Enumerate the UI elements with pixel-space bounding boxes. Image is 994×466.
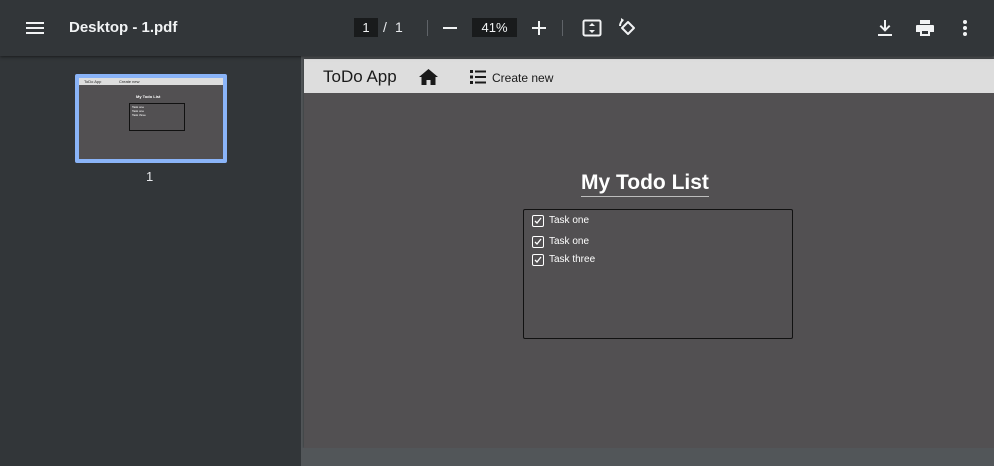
page-total: 1	[395, 19, 403, 35]
todo-list: Task one Task one Task three	[523, 209, 793, 339]
todo-label: Task one	[549, 215, 590, 226]
document-title: Desktop - 1.pdf	[69, 19, 178, 36]
thumbnail-todo-box: Task one Task one Task three	[129, 103, 185, 131]
horizontal-scroll-area[interactable]	[301, 448, 994, 466]
checkbox[interactable]	[532, 236, 544, 248]
thumbnail-brand: ToDo App	[84, 79, 102, 84]
pdf-toolbar: Desktop - 1.pdf 1 / 1 41%	[0, 0, 994, 56]
app-brand[interactable]: ToDo App	[323, 67, 397, 87]
page-separator: /	[383, 19, 387, 35]
hamburger-menu-icon[interactable]	[23, 16, 47, 40]
document-viewer[interactable]: ToDo App Create new My Todo List Task on…	[301, 56, 994, 466]
checkbox[interactable]	[532, 215, 544, 227]
thumbnail-heading: My Todo List	[136, 94, 161, 99]
app-navbar: ToDo App Create new	[304, 59, 994, 93]
toolbar-divider	[427, 20, 428, 36]
checkbox[interactable]	[532, 254, 544, 266]
plus-icon[interactable]	[527, 16, 551, 40]
thumbnail-nav: ToDo App Create new	[79, 78, 223, 85]
zoom-level-input[interactable]: 41%	[472, 18, 517, 37]
page-number-input[interactable]: 1	[354, 18, 378, 37]
page-heading: My Todo List	[581, 171, 709, 197]
download-icon[interactable]	[873, 16, 897, 40]
todo-label: Task three	[549, 254, 596, 265]
pdf-page: ToDo App Create new My Todo List Task on…	[304, 59, 994, 448]
thumbnail-sidebar: ToDo App Create new My Todo List Task on…	[0, 56, 301, 466]
thumbnail-preview: ToDo App Create new My Todo List Task on…	[79, 78, 223, 159]
fit-to-page-icon[interactable]	[580, 16, 604, 40]
todo-label: Task one	[549, 236, 590, 247]
create-new-link[interactable]: Create new	[492, 71, 553, 85]
more-vert-icon[interactable]	[953, 16, 977, 40]
thumbnail-item: Task three	[132, 113, 146, 117]
thumbnail-create: Create new	[119, 79, 140, 84]
home-icon[interactable]	[419, 69, 438, 90]
list-icon[interactable]	[470, 70, 486, 89]
page-thumbnail[interactable]: ToDo App Create new My Todo List Task on…	[75, 74, 227, 163]
minus-icon[interactable]	[438, 16, 462, 40]
print-icon[interactable]	[913, 16, 937, 40]
toolbar-divider	[562, 20, 563, 36]
rotate-icon[interactable]	[616, 16, 640, 40]
thumbnail-page-label: 1	[146, 169, 154, 184]
